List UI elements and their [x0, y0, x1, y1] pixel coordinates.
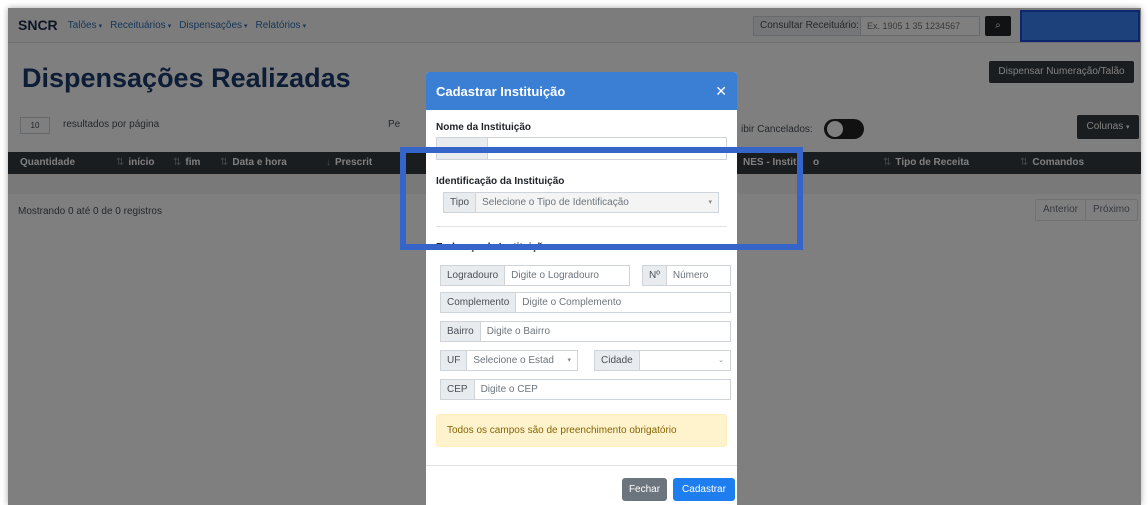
state-label: UF — [440, 350, 468, 371]
street-group: Logradouro Digite o Logradouro — [440, 265, 630, 286]
modal-footer-divider — [426, 465, 737, 466]
neighborhood-input[interactable]: Digite o Bairro — [480, 321, 731, 342]
city-label: Cidade — [594, 350, 640, 371]
complement-label: Complemento — [440, 292, 517, 313]
neighborhood-label: Bairro — [440, 321, 481, 342]
annotation-highlight-box — [400, 147, 803, 250]
required-fields-alert: Todos os campos são de preenchimento obr… — [436, 414, 727, 447]
state-select[interactable]: Selecione o Estad ▾ — [467, 350, 578, 371]
state-placeholder: Selecione o Estad — [473, 355, 554, 366]
neighborhood-group: Bairro Digite o Bairro — [440, 321, 731, 342]
city-group: Cidade ⌄ — [594, 350, 731, 371]
close-icon[interactable]: ✕ — [715, 83, 727, 100]
number-input[interactable]: Número — [666, 265, 731, 286]
submit-button[interactable]: Cadastrar — [673, 478, 735, 501]
zip-input[interactable]: Digite o CEP — [474, 379, 731, 400]
close-button[interactable]: Fechar — [622, 478, 667, 501]
chevron-down-icon: ⌄ — [718, 357, 724, 364]
number-label: Nº — [642, 265, 667, 286]
state-group: UF Selecione o Estad ▾ — [440, 350, 578, 371]
zip-group: CEP Digite o CEP — [440, 379, 731, 400]
street-input[interactable]: Digite o Logradouro — [505, 265, 630, 286]
zip-label: CEP — [440, 379, 475, 400]
register-institution-modal: Cadastrar Instituição ✕ Nome da Institui… — [426, 72, 737, 505]
number-group: Nº Número — [642, 265, 731, 286]
institution-name-label: Nome da Instituição — [436, 122, 532, 133]
app-window: SNCR Talões▾ Receituários▾ Dispensações▾… — [8, 8, 1141, 505]
modal-title: Cadastrar Instituição — [436, 83, 566, 99]
city-select[interactable]: ⌄ — [639, 350, 731, 371]
modal-header: Cadastrar Instituição ✕ — [426, 72, 737, 110]
street-label: Logradouro — [440, 265, 506, 286]
chevron-down-icon: ▾ — [567, 357, 571, 364]
complement-group: Complemento Digite o Complemento — [440, 292, 731, 313]
complement-input[interactable]: Digite o Complemento — [516, 292, 731, 313]
